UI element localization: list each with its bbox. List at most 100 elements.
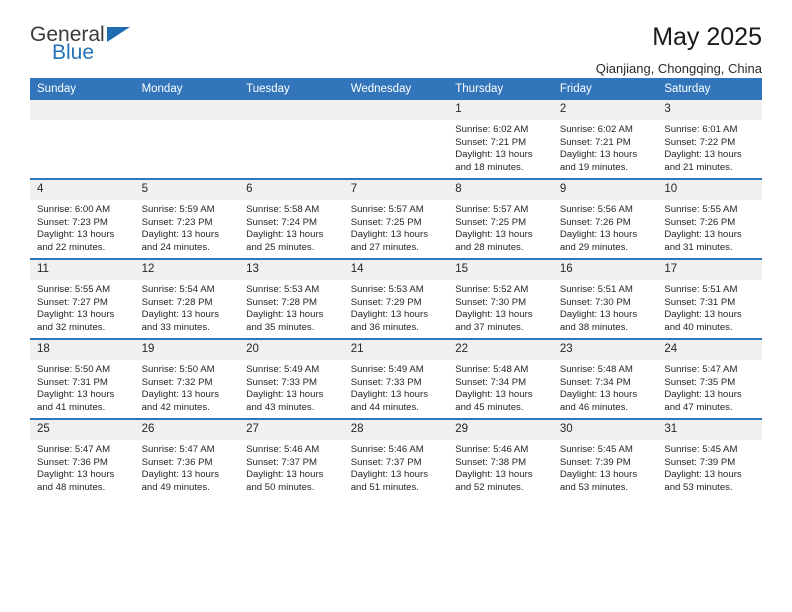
calendar-day-cell[interactable]: 7 Sunrise: 5:57 AM Sunset: 7:25 PM Daylight… [343, 178, 449, 259]
calendar-day-cell[interactable]: 20 Sunrise: 5:49 AM Sunset: 7:33 PM Dayligh… [239, 338, 344, 419]
sunset-text: Sunset: 7:22 PM [664, 136, 736, 148]
sunset-text: Sunset: 7:34 PM [559, 376, 631, 388]
day-details: Sunrise: 5:55 AM Sunset: 7:27 PM Daylight:… [30, 280, 135, 334]
calendar-day-cell[interactable]: 27 Sunrise: 5:46 AM Sunset: 7:37 PM Dayligh… [239, 418, 344, 498]
daylight-text: Daylight: 13 hours and 53 minutes. [664, 469, 742, 493]
calendar-day-cell[interactable]: 1 Sunrise: 6:02 AM Sunset: 7:21 PM Daylight… [448, 100, 553, 179]
calendar-day-cell-empty [343, 100, 449, 179]
calendar-day-cell[interactable]: 2 Sunrise: 6:02 AM Sunset: 7:21 PM Daylight… [552, 100, 658, 179]
weekday-header-thursday: Thursday [448, 78, 553, 100]
day-details: Sunrise: 5:47 AM Sunset: 7:35 PM Daylight:… [657, 360, 762, 414]
day-number: 1 [448, 100, 553, 120]
day-details: Sunrise: 5:56 AM Sunset: 7:26 PM Daylight:… [553, 200, 658, 254]
sunrise-text: Sunrise: 5:49 AM [246, 364, 320, 375]
day-details: Sunrise: 5:53 AM Sunset: 7:28 PM Daylight:… [239, 280, 344, 334]
daylight-text: Daylight: 13 hours and 48 minutes. [37, 469, 115, 493]
calendar-day-cell[interactable]: 14 Sunrise: 5:53 AM Sunset: 7:29 PM Dayligh… [343, 258, 449, 339]
daylight-text: Daylight: 13 hours and 21 minutes. [664, 149, 742, 173]
calendar-day-cell[interactable]: 6 Sunrise: 5:58 AM Sunset: 7:24 PM Daylight… [239, 178, 344, 259]
calendar-week-row: 11 Sunrise: 5:55 AM Sunset: 7:27 PM Dayligh… [30, 258, 762, 339]
sunset-text: Sunset: 7:38 PM [455, 456, 527, 468]
calendar-day-cell[interactable]: 25 Sunrise: 5:47 AM Sunset: 7:36 PM Dayligh… [30, 418, 135, 498]
daylight-text: Daylight: 13 hours and 37 minutes. [455, 309, 533, 333]
calendar-day-cell[interactable]: 3 Sunrise: 6:01 AM Sunset: 7:22 PM Daylight… [657, 100, 762, 179]
day-details: Sunrise: 5:52 AM Sunset: 7:30 PM Daylight:… [448, 280, 553, 334]
sunset-text: Sunset: 7:25 PM [455, 216, 527, 228]
day-number: 9 [552, 180, 658, 200]
sunset-text: Sunset: 7:21 PM [559, 136, 631, 148]
daylight-text: Daylight: 13 hours and 47 minutes. [664, 389, 742, 413]
day-number: 25 [30, 420, 135, 440]
calendar-day-cell[interactable]: 19 Sunrise: 5:50 AM Sunset: 7:32 PM Dayligh… [134, 338, 240, 419]
calendar-day-cell[interactable]: 26 Sunrise: 5:47 AM Sunset: 7:36 PM Dayligh… [134, 418, 240, 498]
weekday-header-friday: Friday [552, 78, 658, 100]
calendar-day-cell[interactable]: 5 Sunrise: 5:59 AM Sunset: 7:23 PM Daylight… [134, 178, 240, 259]
day-number: 5 [134, 180, 240, 200]
calendar-day-cell[interactable]: 17 Sunrise: 5:51 AM Sunset: 7:31 PM Dayligh… [657, 258, 762, 339]
day-details: Sunrise: 5:55 AM Sunset: 7:26 PM Daylight:… [657, 200, 762, 254]
day-number: 19 [134, 340, 240, 360]
weekday-header-saturday: Saturday [657, 78, 762, 100]
calendar-day-cell[interactable]: 31 Sunrise: 5:45 AM Sunset: 7:39 PM Dayligh… [657, 418, 762, 498]
calendar-day-cell[interactable]: 12 Sunrise: 5:54 AM Sunset: 7:28 PM Dayligh… [134, 258, 240, 339]
day-number: 21 [343, 340, 449, 360]
sunset-text: Sunset: 7:36 PM [141, 456, 213, 468]
calendar-day-cell[interactable]: 30 Sunrise: 5:45 AM Sunset: 7:39 PM Dayligh… [552, 418, 658, 498]
calendar-day-cell[interactable]: 24 Sunrise: 5:47 AM Sunset: 7:35 PM Dayligh… [657, 338, 762, 419]
calendar-day-cell[interactable]: 16 Sunrise: 5:51 AM Sunset: 7:30 PM Dayligh… [552, 258, 658, 339]
day-number: 29 [448, 420, 553, 440]
sunset-text: Sunset: 7:23 PM [37, 216, 108, 228]
sunrise-text: Sunrise: 5:58 AM [246, 204, 320, 215]
sunrise-text: Sunrise: 5:47 AM [141, 444, 215, 455]
daylight-text: Daylight: 13 hours and 43 minutes. [246, 389, 324, 413]
calendar-day-cell[interactable]: 18 Sunrise: 5:50 AM Sunset: 7:31 PM Dayligh… [30, 338, 135, 419]
day-number: 8 [448, 180, 553, 200]
day-details: Sunrise: 5:57 AM Sunset: 7:25 PM Daylight:… [448, 200, 553, 254]
daylight-text: Daylight: 13 hours and 33 minutes. [141, 309, 219, 333]
sunrise-text: Sunrise: 6:02 AM [455, 124, 529, 135]
sunset-text: Sunset: 7:31 PM [664, 296, 736, 308]
sunrise-text: Sunrise: 5:47 AM [37, 444, 111, 455]
calendar-day-cell[interactable]: 15 Sunrise: 5:52 AM Sunset: 7:30 PM Dayligh… [448, 258, 553, 339]
calendar-day-cell[interactable]: 4 Sunrise: 6:00 AM Sunset: 7:23 PM Daylight… [30, 178, 135, 259]
calendar-day-cell[interactable]: 10 Sunrise: 5:55 AM Sunset: 7:26 PM Dayligh… [657, 178, 762, 259]
title-block: May 2025 Qianjiang, Chongqing, China [596, 23, 762, 75]
daylight-text: Daylight: 13 hours and 42 minutes. [141, 389, 219, 413]
sunset-text: Sunset: 7:27 PM [37, 296, 108, 308]
day-number: 31 [657, 420, 762, 440]
sunset-text: Sunset: 7:28 PM [141, 296, 213, 308]
sunset-text: Sunset: 7:26 PM [559, 216, 631, 228]
calendar-day-cell[interactable]: 29 Sunrise: 5:46 AM Sunset: 7:38 PM Dayligh… [448, 418, 553, 498]
daylight-text: Daylight: 13 hours and 19 minutes. [559, 149, 638, 173]
daylight-text: Daylight: 13 hours and 41 minutes. [37, 389, 115, 413]
calendar-day-cell[interactable]: 28 Sunrise: 5:46 AM Sunset: 7:37 PM Dayligh… [343, 418, 449, 498]
sunset-text: Sunset: 7:39 PM [559, 456, 631, 468]
sunset-text: Sunset: 7:30 PM [559, 296, 631, 308]
calendar-day-cell[interactable]: 22 Sunrise: 5:48 AM Sunset: 7:34 PM Dayligh… [448, 338, 553, 419]
daylight-text: Daylight: 13 hours and 40 minutes. [664, 309, 742, 333]
sunset-text: Sunset: 7:29 PM [350, 296, 422, 308]
sunrise-text: Sunrise: 5:49 AM [350, 364, 424, 375]
sunset-text: Sunset: 7:35 PM [664, 376, 736, 388]
generalblue-logo[interactable]: General Blue [30, 24, 150, 72]
sunrise-text: Sunrise: 5:57 AM [350, 204, 424, 215]
daylight-text: Daylight: 13 hours and 46 minutes. [559, 389, 638, 413]
daylight-text: Daylight: 13 hours and 38 minutes. [559, 309, 638, 333]
sunset-text: Sunset: 7:34 PM [455, 376, 527, 388]
day-number: 12 [134, 260, 240, 280]
sunrise-text: Sunrise: 5:54 AM [141, 284, 215, 295]
calendar-day-cell[interactable]: 11 Sunrise: 5:55 AM Sunset: 7:27 PM Dayligh… [30, 258, 135, 339]
sunrise-text: Sunrise: 6:02 AM [559, 124, 633, 135]
sunrise-text: Sunrise: 5:55 AM [664, 204, 738, 215]
daylight-text: Daylight: 13 hours and 45 minutes. [455, 389, 533, 413]
calendar-day-cell[interactable]: 9 Sunrise: 5:56 AM Sunset: 7:26 PM Daylight… [552, 178, 658, 259]
day-number: 3 [657, 100, 762, 120]
calendar-day-cell[interactable]: 23 Sunrise: 5:48 AM Sunset: 7:34 PM Dayligh… [552, 338, 658, 419]
calendar-day-cell[interactable]: 21 Sunrise: 5:49 AM Sunset: 7:33 PM Dayligh… [343, 338, 449, 419]
calendar-header-row: Sunday Monday Tuesday Wednesday Thursday Frid… [30, 78, 762, 100]
sunrise-text: Sunrise: 5:50 AM [141, 364, 215, 375]
sunset-text: Sunset: 7:33 PM [350, 376, 422, 388]
calendar-day-cell[interactable]: 8 Sunrise: 5:57 AM Sunset: 7:25 PM Daylight… [448, 178, 553, 259]
calendar-day-cell[interactable]: 13 Sunrise: 5:53 AM Sunset: 7:28 PM Dayligh… [239, 258, 344, 339]
sunset-text: Sunset: 7:23 PM [141, 216, 213, 228]
